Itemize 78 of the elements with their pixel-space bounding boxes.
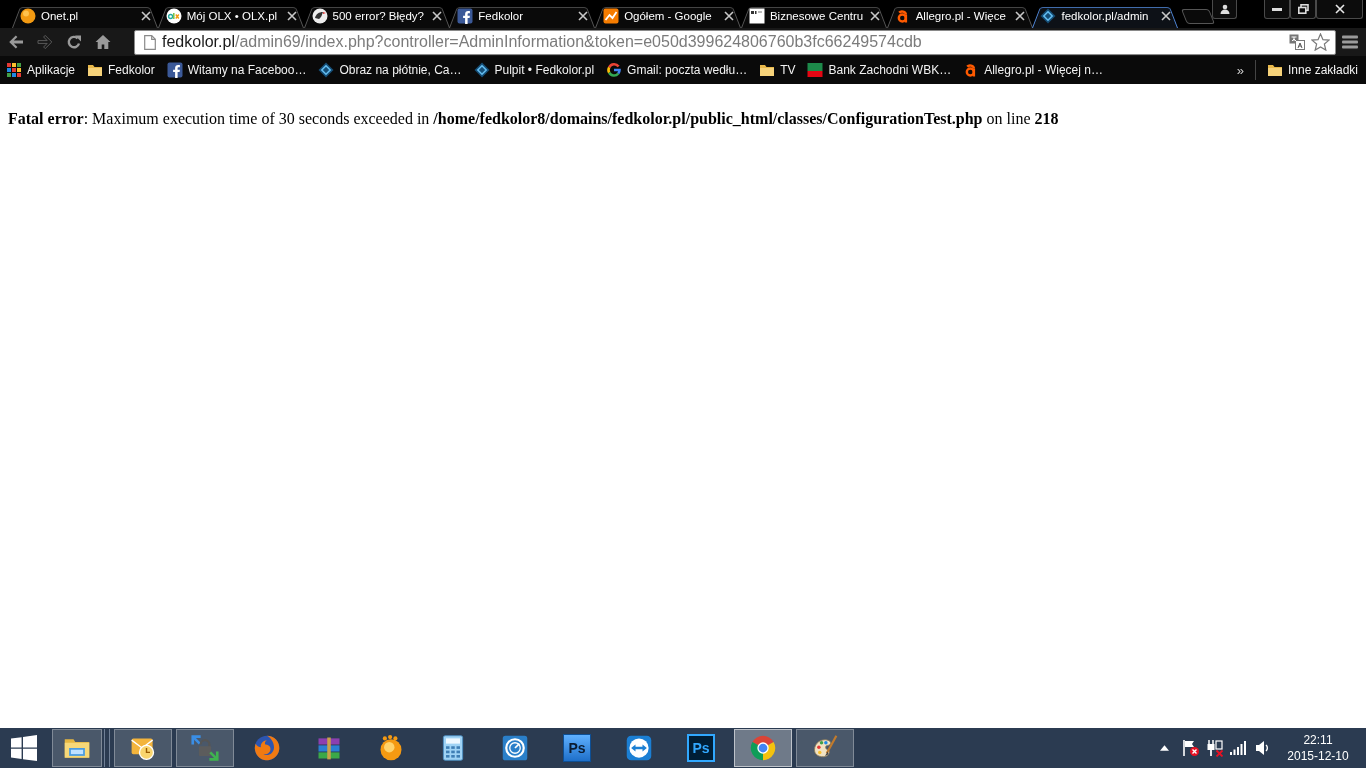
taskbar-button[interactable] [52,729,102,767]
apps-grid-icon [6,62,22,78]
chart-icon [603,8,620,24]
home-icon[interactable] [95,34,111,50]
close-icon [1334,4,1345,14]
menu-icon[interactable] [1342,34,1358,50]
globe-icon [253,734,281,762]
clock-date: 2015-12-10 [1287,748,1349,764]
browser-tab[interactable]: Onet.pl [12,4,158,28]
logo-icon [165,8,182,24]
close-icon[interactable] [432,11,443,21]
bookmark[interactable]: Witamy na Faceboo… [162,59,311,81]
folder-icon [759,62,776,78]
ps-logo: Ps [687,734,715,762]
bookmark[interactable]: Bank Zachodni WBK… [803,59,956,81]
logo-icon [748,8,765,24]
folder-icon [1266,62,1283,78]
gauge-icon [501,734,529,762]
bookmark[interactable]: Allegro.pl - Więcej n… [959,59,1107,81]
taskbar-button[interactable] [114,729,172,767]
circle-icon [20,8,36,24]
clock-time: 22:11 [1303,732,1333,748]
taskbar-button[interactable]: Ps [548,729,606,767]
browser-tab[interactable]: Fedkolor [449,4,596,28]
flag-error-icon[interactable] [1182,739,1200,757]
speaker-icon[interactable] [1255,740,1271,756]
translate-icon[interactable] [1289,34,1305,50]
close-icon[interactable] [286,11,297,21]
browser-tab[interactable]: Biznesowe Centru [740,4,887,28]
profile-button[interactable] [1212,0,1237,19]
close-icon[interactable] [1015,11,1026,21]
bookmark[interactable]: Pulpit • Fedkolor.pl [469,59,599,81]
padlock-icon [191,734,219,762]
f-logo-icon [457,8,474,24]
bookmark[interactable]: TV [755,59,800,81]
back-icon[interactable] [8,34,24,50]
reload-icon[interactable] [66,34,82,50]
windows-logo-icon [11,735,37,761]
bookmarks-overflow-button[interactable]: » [1232,59,1248,81]
taskbar-button[interactable] [796,729,854,767]
star-icon[interactable] [1311,33,1330,51]
flag-icon [807,62,824,78]
close-icon[interactable] [140,11,151,21]
close-icon[interactable] [723,11,734,21]
browser-tab[interactable]: 500 error? Błędy? [303,4,450,28]
page-icon [144,34,156,50]
browser-tab[interactable]: fedkolor.pl/admin [1032,4,1179,28]
close-icon[interactable] [869,11,880,21]
bookmark[interactable]: Obraz na płótnie, Ca… [314,59,466,81]
close-icon[interactable] [578,11,589,21]
user-icon [1219,4,1230,14]
f-logo-icon [166,62,183,78]
close-button[interactable] [1316,0,1363,19]
diamond-icon [473,62,490,78]
diamond-icon [1040,8,1057,24]
browser-tab[interactable]: Ogółem - Google [595,4,741,28]
bookmark-folder[interactable]: Inne zakładki [1262,59,1362,81]
bookmark[interactable]: Fedkolor [83,59,159,81]
g-logo-icon [606,62,623,78]
browser-tab[interactable]: Allegro.pl - Więce [886,4,1033,28]
restore-button[interactable] [1290,0,1316,19]
ps-logo: Ps [563,734,591,762]
close-icon[interactable] [1161,11,1172,21]
triangle-up-icon[interactable] [1160,745,1169,751]
minimize-icon [1272,7,1282,11]
plug-error-icon[interactable] [1206,739,1224,757]
signal-bars-icon[interactable] [1230,741,1246,755]
minimize-button[interactable] [1264,0,1290,19]
browser-tab[interactable]: Mój OLX • OLX.pl [157,4,304,28]
restore-icon [1297,4,1309,14]
bookmark[interactable]: Aplikacje [2,59,80,81]
bookmark[interactable]: Gmail: poczta wedłu… [602,59,752,81]
error-message: Fatal error: Maximum execution time of 30 seconds exceeded in /home/fedkolor8/domains/fedkolor.pl/public_html/classes/ConfigurationTest.php on line 218 [8,110,1059,128]
diamond-icon [318,62,335,78]
folder-icon [87,62,104,78]
taskbar-button[interactable]: Ps [672,729,730,767]
browser-logo-icon [749,734,777,762]
bird-icon [311,8,328,24]
